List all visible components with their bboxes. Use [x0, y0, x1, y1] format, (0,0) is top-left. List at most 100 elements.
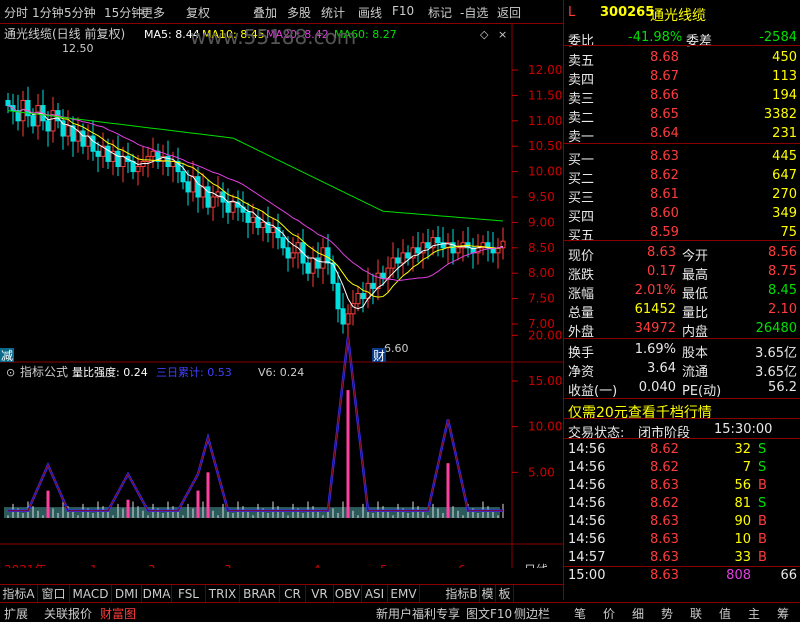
tick-extra: 66	[780, 568, 797, 583]
toolbar-item-11[interactable]: 标记	[428, 4, 452, 21]
stat-value: 26480	[755, 321, 797, 336]
stat2-value: 3.65亿	[755, 346, 797, 361]
candle	[355, 293, 361, 305]
ratio-line	[8, 337, 503, 512]
status-mid-1[interactable]: 图文F10	[466, 605, 512, 622]
stock-name: 通光线缆	[650, 8, 706, 24]
side-tab-6[interactable]: 主	[748, 605, 760, 622]
tick-price: 8.63	[650, 568, 679, 583]
stat-label: 涨幅	[568, 287, 595, 302]
x-axis-label: 1	[90, 563, 98, 568]
candle	[255, 216, 261, 228]
promo-link: 仅需20元查看千档行情	[568, 405, 712, 421]
status-left-1[interactable]: 关联报价	[44, 605, 92, 622]
candle	[400, 252, 406, 264]
status-mid-2[interactable]: 侧边栏	[514, 605, 550, 622]
bid-price: 8.62	[650, 168, 679, 183]
toolbar-item-1[interactable]: 1分钟	[32, 4, 64, 21]
tick-price: 8.62	[650, 496, 679, 511]
tick-bs: B	[758, 550, 767, 565]
candle	[185, 181, 191, 193]
tab-6[interactable]: TRIX	[206, 585, 240, 603]
side-tab-5[interactable]: 值	[719, 605, 731, 622]
toolbar-item-2[interactable]: 5分钟	[64, 4, 96, 21]
toolbar-item-13[interactable]: 返回	[497, 4, 521, 21]
ask-label: 卖三	[568, 92, 595, 107]
side-tab-7[interactable]: 筹	[777, 605, 789, 622]
ask-price: 8.64	[650, 126, 679, 141]
period-label: 日线	[524, 563, 548, 568]
tick-row: 14:56 8.63 56 B	[564, 477, 800, 496]
toolbar-item-4[interactable]: 更多	[141, 4, 165, 21]
candle	[130, 160, 136, 173]
tab-3[interactable]: DMI	[112, 585, 142, 603]
bid-row: 买一 8.63 445	[564, 148, 800, 168]
toolbar-item-5[interactable]: 复权	[186, 4, 210, 21]
tick-row: 14:57 8.63 33 B	[564, 549, 800, 568]
side-tab-1[interactable]: 价	[603, 605, 615, 622]
tick-time: 14:56	[568, 496, 606, 511]
candle	[145, 155, 151, 162]
ask-volume: 113	[772, 69, 797, 84]
bid-label: 买五	[568, 229, 595, 244]
toolbar-item-6[interactable]: 叠加	[253, 4, 277, 21]
toolbar-item-7[interactable]: 多股	[287, 4, 311, 21]
stat2-value: 1.69%	[634, 342, 676, 357]
tick-price: 8.62	[650, 460, 679, 475]
low-note: 6.60	[384, 342, 409, 355]
stat2-label: 流通	[682, 365, 709, 380]
tab-8[interactable]: CR	[280, 585, 306, 603]
candle	[280, 237, 286, 249]
stat-row: 涨幅 2.01% 最低 8.45	[564, 282, 800, 302]
toolbar-item-9[interactable]: 画线	[358, 4, 382, 21]
status-bar: 扩展 关联报价 财富图 新用户福利专享 图文F10 侧边栏 笔价细势联值主筹	[0, 602, 800, 622]
stat2-value: 0.040	[638, 380, 676, 395]
side-tab-0[interactable]: 笔	[574, 605, 586, 622]
stat-label: 涨跌	[568, 268, 595, 283]
candle	[45, 120, 51, 132]
candle	[30, 115, 36, 127]
tab-5[interactable]: FSL	[172, 585, 206, 603]
toolbar-item-12[interactable]: -自选	[460, 4, 488, 21]
bid-volume: 349	[772, 206, 797, 221]
tick-time: 15:00	[568, 568, 606, 583]
candle	[65, 125, 71, 137]
tab-11[interactable]: ASI	[362, 585, 388, 603]
stat-value: 2.10	[768, 302, 797, 317]
tick-row: 14:56 8.63 90 B	[564, 513, 800, 532]
toolbar-item-10[interactable]: F10	[392, 4, 414, 18]
bid-label: 买四	[568, 210, 595, 225]
stat-label: 最高	[682, 268, 709, 283]
tick-price: 8.63	[650, 478, 679, 493]
tab-2[interactable]: MACD	[70, 585, 112, 603]
kline-chart[interactable]: 12.00 11.50 11.00 10.50 10.00 9.50 9.00 8.50 8.0…	[0, 24, 563, 577]
weicha-label: 委差	[686, 34, 713, 49]
tick-row: 15:00 8.63 808 66	[564, 567, 800, 586]
tab-1[interactable]: 窗口	[38, 585, 70, 603]
tab-15[interactable]: 板	[496, 585, 514, 603]
side-tab-2[interactable]: 细	[632, 605, 644, 622]
toolbar-item-3[interactable]: 15分钟	[104, 4, 143, 21]
tab-0[interactable]: 指标A	[0, 585, 38, 603]
status-left-2[interactable]: 财富图	[100, 605, 136, 622]
tab-7[interactable]: BRAR	[240, 585, 280, 603]
status-left-0[interactable]: 扩展	[4, 605, 28, 622]
quote-header: L 300265 通光线缆	[564, 4, 800, 24]
stat-label: 现价	[568, 249, 595, 264]
status-mid-0[interactable]: 新用户福利专享	[376, 605, 460, 622]
tab-13[interactable]: 指标B	[444, 585, 480, 603]
tick-bs: S	[758, 442, 767, 457]
tab-9[interactable]: VR	[306, 585, 334, 603]
toolbar-item-8[interactable]: 统计	[321, 4, 345, 21]
tick-volume: 33	[734, 550, 751, 565]
side-tab-4[interactable]: 联	[690, 605, 702, 622]
tab-12[interactable]: EMV	[388, 585, 420, 603]
toolbar-item-0[interactable]: 分时	[4, 4, 28, 21]
tab-4[interactable]: DMA	[142, 585, 172, 603]
bid-price: 8.63	[650, 149, 679, 164]
tab-10[interactable]: OBV	[334, 585, 362, 603]
tab-14[interactable]: 模	[480, 585, 496, 603]
side-tab-3[interactable]: 势	[661, 605, 673, 622]
indicator-tick-label: 10.00	[528, 420, 562, 434]
candle	[230, 201, 236, 213]
